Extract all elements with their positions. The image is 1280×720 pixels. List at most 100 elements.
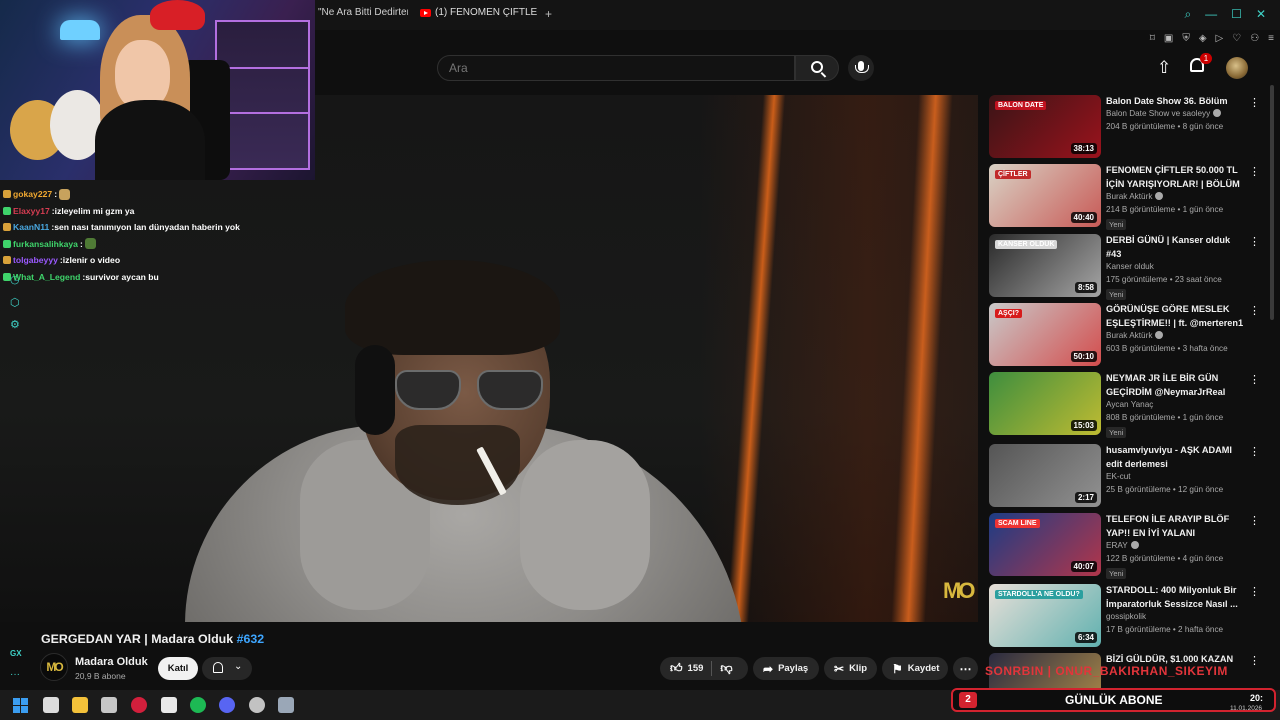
thumbs-down-icon[interactable]: 👎︎ [720, 661, 732, 676]
recommendation-item[interactable]: 2:17 husamviyuviyu - AŞK ADAMI edit derle… [989, 444, 1261, 510]
recommendation-item[interactable]: STARDOLL'A NE OLDU? 6:34 STARDOLL: 400 Mil… [989, 584, 1261, 650]
recommendation-channel[interactable]: Burak Aktürk [1106, 331, 1164, 340]
settings-icon[interactable]: ⚙ [10, 318, 20, 331]
cube-icon[interactable]: ◈ [1199, 33, 1207, 44]
save-button[interactable]: ⚑ Kaydet [882, 657, 948, 680]
recommendation-item[interactable]: ÇİFTLER 40:40 FENOMEN ÇİFTLER 50.000 TL İÇ… [989, 164, 1261, 230]
bookmark-icon[interactable]: ⌑ [1150, 33, 1155, 44]
clock-date[interactable]: 11.01.2026 [1230, 705, 1262, 712]
video-thumbnail[interactable]: KANSER OLDUK 8:58 [989, 234, 1101, 297]
windows-start-icon[interactable] [13, 698, 28, 713]
share-button[interactable]: ➦ Paylaş [753, 657, 819, 680]
like-count[interactable]: 159 [688, 663, 704, 674]
recommendation-item[interactable]: AŞÇI? 50:10 GÖRÜNÜŞE GÖRE MESLEK EŞLEŞTİRM… [989, 303, 1261, 369]
more-vertical-icon[interactable]: ⋮ [1249, 445, 1260, 458]
more-vertical-icon[interactable]: ⋮ [1249, 304, 1260, 317]
chat-username[interactable]: What_A_Legend [13, 272, 80, 282]
search-box[interactable] [437, 55, 795, 81]
chat-username[interactable]: KaanN11 [13, 222, 49, 232]
discord-icon[interactable] [219, 697, 235, 713]
scrollbar[interactable] [1270, 85, 1274, 320]
video-thumbnail[interactable]: SCAM LINE 40:07 [989, 513, 1101, 576]
user-icon[interactable]: ⚇ [1250, 33, 1259, 44]
video-thumbnail[interactable]: ÇİFTLER 40:40 [989, 164, 1101, 227]
thumbs-up-icon[interactable]: 👍︎ [670, 661, 683, 676]
new-tab-button[interactable]: + [545, 7, 552, 21]
join-button[interactable]: Katıl [158, 657, 198, 680]
recommendation-channel[interactable]: ERAY [1106, 541, 1139, 550]
spotify-icon[interactable] [190, 697, 206, 713]
voice-search-button[interactable] [848, 55, 874, 81]
video-thumbnail[interactable]: STARDOLL'A NE OLDU? 6:34 [989, 584, 1101, 647]
clock-time[interactable]: 20: [1250, 693, 1263, 703]
recommendation-channel[interactable]: Burak Aktürk [1106, 192, 1164, 201]
recommendation-title[interactable]: NEYMAR JR İLE BİR GÜN GEÇİRDİM @NeymarJr… [1106, 372, 1246, 399]
recommendation-title[interactable]: STARDOLL: 400 Milyonluk Bir İmparatorluk… [1106, 584, 1246, 611]
recommendation-channel[interactable]: Balon Date Show ve saoleyy [1106, 109, 1222, 118]
recommendation-title[interactable]: Balon Date Show 36. Bölüm [1106, 95, 1246, 109]
extensions-icon[interactable]: ⬡ [10, 296, 20, 309]
menu-icon[interactable]: ≡ [1268, 33, 1274, 44]
notifications-button[interactable]: 1 [1190, 53, 1212, 72]
video-thumbnail[interactable]: 15:03 [989, 372, 1101, 435]
recommendation-item[interactable]: BALON DATE 38:13 Balon Date Show 36. Bölüm… [989, 95, 1261, 161]
shield-icon[interactable]: ⛨ [1182, 33, 1190, 44]
recommendation-title[interactable]: GÖRÜNÜŞE GÖRE MESLEK EŞLEŞTİRME!! | ft. … [1106, 303, 1246, 330]
more-vertical-icon[interactable]: ⋮ [1249, 235, 1260, 248]
more-icon[interactable]: ··· [10, 669, 20, 680]
more-vertical-icon[interactable]: ⋮ [1249, 165, 1260, 178]
recommendation-title[interactable]: FENOMEN ÇİFTLER 50.000 TL İÇİN YARIŞIYOR… [1106, 164, 1246, 191]
close-icon[interactable]: ✕ [1256, 8, 1266, 20]
more-vertical-icon[interactable]: ⋮ [1249, 514, 1260, 527]
minimize-icon[interactable]: — [1205, 8, 1217, 20]
maximize-icon[interactable]: ☐ [1231, 8, 1242, 20]
recommendation-channel[interactable]: Kanser olduk [1106, 262, 1154, 271]
recommendation-title[interactable]: husamviyuviyu - AŞK ADAMI edit derlemesi [1106, 444, 1246, 471]
recommendation-item[interactable]: 15:03 NEYMAR JR İLE BİR GÜN GEÇİRDİM @Ney… [989, 372, 1261, 438]
opera-gx-icon[interactable] [131, 697, 147, 713]
search-button[interactable] [795, 55, 839, 81]
chat-username[interactable]: Elaxyy17 [13, 206, 50, 216]
recommendation-title[interactable]: TELEFON İLE ARAYIP BLÖF YAP!! EN İYİ YAL… [1106, 513, 1246, 540]
file-explorer-icon[interactable] [72, 697, 88, 713]
heart-icon[interactable]: ♡ [1232, 33, 1241, 44]
snapshot-icon[interactable]: ▣ [1164, 33, 1173, 44]
video-hashtag[interactable]: #632 [237, 632, 265, 646]
channel-name[interactable]: Madara Olduk [75, 656, 148, 668]
chat-username[interactable]: furkansalihkaya [13, 239, 78, 249]
browser-tab-2[interactable]: (1) FENOMEN ÇİFTLER 50 [420, 7, 538, 18]
more-vertical-icon[interactable]: ⋮ [1249, 96, 1260, 109]
search-icon[interactable]: ⌕ [1184, 8, 1191, 20]
subscription-bell-button[interactable]: ⌄ [202, 657, 252, 680]
recommendation-title[interactable]: DERBİ GÜNÜ | Kanser olduk #43 [1106, 234, 1246, 261]
chat-username[interactable]: tolgabeyyy [13, 255, 58, 265]
app-settings-icon[interactable] [278, 697, 294, 713]
clip-button[interactable]: ✂ Klip [824, 657, 877, 680]
account-avatar[interactable] [1226, 57, 1248, 79]
browser-tab-1[interactable]: "Ne Ara Bitti Dedirten [318, 7, 408, 18]
gx-logo[interactable]: GX [10, 649, 22, 658]
chat-username[interactable]: gokay227 [13, 189, 52, 199]
video-thumbnail[interactable]: 2:17 [989, 444, 1101, 507]
video-thumbnail[interactable]: AŞÇI? 50:10 [989, 303, 1101, 366]
recommendation-item[interactable]: SCAM LINE 40:07 TELEFON İLE ARAYIP BLÖF YA… [989, 513, 1261, 579]
recommendation-channel[interactable]: Aycan Yanaç [1106, 400, 1153, 409]
search-icon [811, 61, 823, 73]
more-vertical-icon[interactable]: ⋮ [1249, 373, 1260, 386]
more-vertical-icon[interactable]: ⋮ [1249, 654, 1260, 667]
steam-icon[interactable] [249, 697, 265, 713]
recommendation-item[interactable]: KANSER OLDUK 8:58 DERBİ GÜNÜ | Kanser oldu… [989, 234, 1261, 300]
recommendation-channel[interactable]: gossipkolik [1106, 612, 1146, 621]
play-icon[interactable]: ▷ [1216, 33, 1224, 44]
more-actions-button[interactable]: ⋯ [953, 657, 978, 680]
upload-icon[interactable]: ⇧ [1157, 58, 1171, 78]
capcut-icon[interactable] [161, 697, 177, 713]
channel-avatar[interactable]: MO [40, 653, 68, 681]
search-icon[interactable] [43, 697, 59, 713]
video-thumbnail[interactable]: BALON DATE 38:13 [989, 95, 1101, 158]
search-input[interactable] [438, 56, 794, 80]
snipping-tool-icon[interactable] [101, 697, 117, 713]
recommendation-channel[interactable]: EK-cut [1106, 472, 1131, 481]
channel-watermark[interactable]: MO [943, 578, 976, 604]
more-vertical-icon[interactable]: ⋮ [1249, 585, 1260, 598]
